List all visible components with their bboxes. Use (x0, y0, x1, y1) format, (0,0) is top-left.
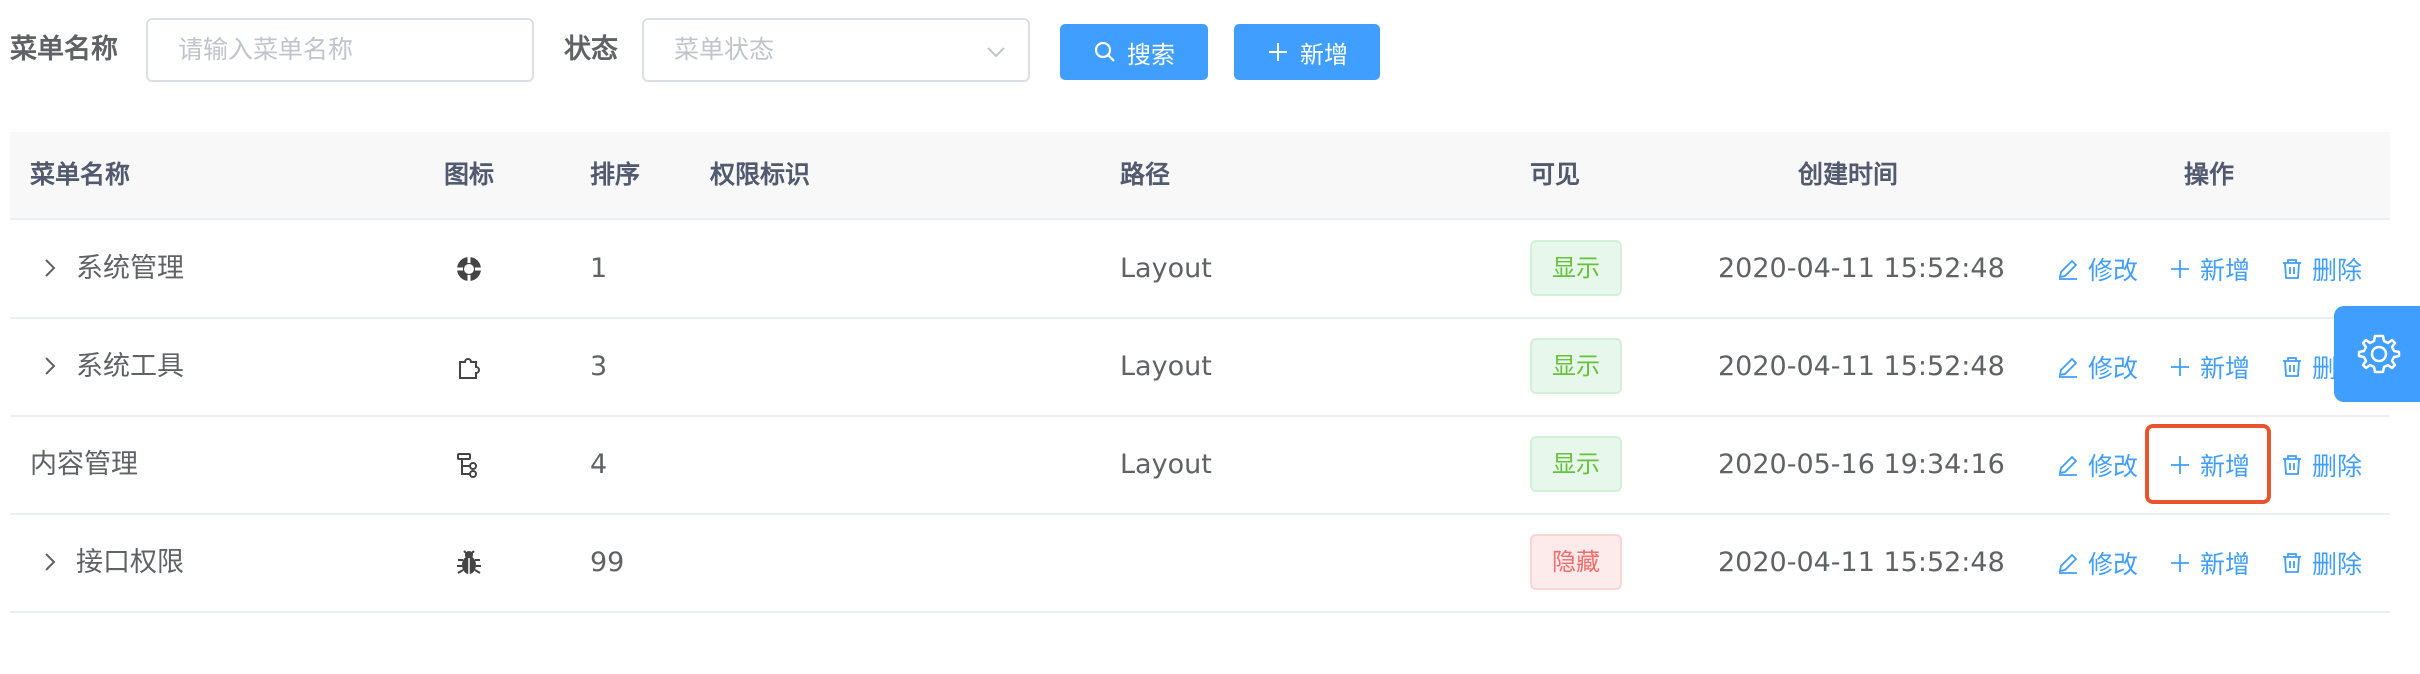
search-button[interactable]: 搜索 (1060, 24, 1208, 80)
plus-icon (2171, 259, 2189, 278)
menu-name-label: 菜单名称 (10, 34, 118, 65)
hidden-tag: 隐藏 (1530, 534, 1622, 590)
add-child-button[interactable]: 新增 (2168, 318, 2250, 415)
trash-icon (2283, 552, 2301, 573)
visible-tag: 显示 (1530, 436, 1622, 492)
col-header-actions: 操作 (2184, 160, 2235, 189)
menu-name: 系统工具 (76, 351, 184, 382)
trash-icon (2283, 356, 2301, 377)
highlight-box (2145, 424, 2271, 504)
delete-button[interactable]: 删除 (2280, 514, 2362, 611)
col-header-name: 菜单名称 (30, 160, 131, 189)
edit-label: 修改 (2088, 353, 2139, 383)
created-time: 2020-05-16 19:34:16 (1718, 449, 2005, 480)
edit-label: 修改 (2088, 255, 2139, 285)
menu-path: Layout (1120, 449, 1212, 480)
menu-order: 3 (590, 351, 608, 382)
col-header-perms: 权限标识 (710, 160, 811, 189)
plus-icon (1269, 43, 1287, 61)
table-row: 系统工具 3 Layout 显示 2020-04-11 15:52:48 修改 … (10, 318, 2390, 417)
menu-path: Layout (1120, 351, 1212, 382)
visible-tag: 显示 (1530, 338, 1622, 394)
chevron-right-icon[interactable] (38, 254, 62, 282)
menu-order: 99 (590, 547, 625, 578)
trash-icon (2283, 258, 2301, 279)
puzzle-icon (459, 358, 480, 379)
col-header-order: 排序 (590, 160, 641, 189)
tree-icon (457, 453, 477, 478)
system-icon (457, 257, 481, 281)
bug-icon (457, 550, 481, 574)
edit-icon (2058, 259, 2078, 280)
col-header-created: 创建时间 (1798, 160, 1899, 189)
add-child-button[interactable]: 新增 (2168, 220, 2250, 317)
edit-label: 修改 (2088, 451, 2139, 481)
search-form: 菜单名称 请输入菜单名称 状态 菜单状态 搜索 新增 (0, 0, 2420, 100)
menu-name-input[interactable]: 请输入菜单名称 (146, 18, 534, 82)
col-header-path: 路径 (1120, 160, 1171, 189)
menu-name: 内容管理 (30, 449, 138, 480)
edit-button[interactable]: 修改 (2056, 318, 2138, 415)
edit-icon (2058, 455, 2078, 476)
col-header-visible: 可见 (1530, 160, 1581, 189)
table-row: 内容管理 4 Layout 显示 2020-05-16 19:34:16 修改 … (10, 416, 2390, 515)
add-label: 新增 (2200, 255, 2251, 285)
delete-label: 删除 (2312, 255, 2363, 285)
menu-name: 系统管理 (76, 253, 184, 284)
delete-label: 删除 (2312, 549, 2363, 579)
table-row: 系统管理 1 Layout 显示 2020-04-11 15:52:48 修改 … (10, 220, 2390, 319)
search-icon (1094, 41, 1115, 62)
search-button-label: 搜索 (1127, 40, 1175, 69)
menu-name: 接口权限 (76, 547, 184, 578)
menu-order: 1 (590, 253, 608, 284)
edit-label: 修改 (2088, 549, 2139, 579)
menu-order: 4 (590, 449, 608, 480)
add-label: 新增 (2200, 549, 2251, 579)
delete-button[interactable]: 删除 (2280, 220, 2362, 317)
delete-label: 删除 (2312, 451, 2363, 481)
chevron-right-icon[interactable] (38, 352, 62, 380)
add-button-label: 新增 (1300, 40, 1348, 69)
edit-button[interactable]: 修改 (2056, 416, 2138, 513)
chevron-right-icon[interactable] (38, 548, 62, 576)
menu-path: Layout (1120, 253, 1212, 284)
status-select-value: 菜单状态 (674, 35, 775, 64)
table-row: 接口权限 99 隐藏 2020-04-11 15:52:48 修改 新增 删除 (10, 514, 2390, 613)
plus-icon (2171, 553, 2189, 572)
edit-button[interactable]: 修改 (2056, 514, 2138, 611)
gear-icon (2357, 334, 2401, 374)
edit-button[interactable]: 修改 (2056, 220, 2138, 317)
table-header: 菜单名称 图标 排序 权限标识 路径 可见 创建时间 操作 (10, 132, 2390, 220)
delete-button[interactable]: 删除 (2280, 416, 2362, 513)
status-select[interactable]: 菜单状态 (642, 18, 1030, 82)
add-button[interactable]: 新增 (1234, 24, 1380, 80)
edit-icon (2058, 553, 2078, 574)
add-child-button[interactable]: 新增 (2168, 514, 2250, 611)
status-label: 状态 (564, 34, 618, 65)
add-label: 新增 (2200, 353, 2251, 383)
created-time: 2020-04-11 15:52:48 (1718, 351, 2005, 382)
created-time: 2020-04-11 15:52:48 (1718, 547, 2005, 578)
plus-icon (2171, 357, 2189, 376)
created-time: 2020-04-11 15:52:48 (1718, 253, 2005, 284)
chevron-down-icon (987, 47, 1005, 58)
trash-icon (2283, 454, 2301, 475)
settings-button[interactable] (2334, 306, 2420, 402)
col-header-icon: 图标 (444, 160, 495, 189)
visible-tag: 显示 (1530, 240, 1622, 296)
edit-icon (2058, 357, 2078, 378)
